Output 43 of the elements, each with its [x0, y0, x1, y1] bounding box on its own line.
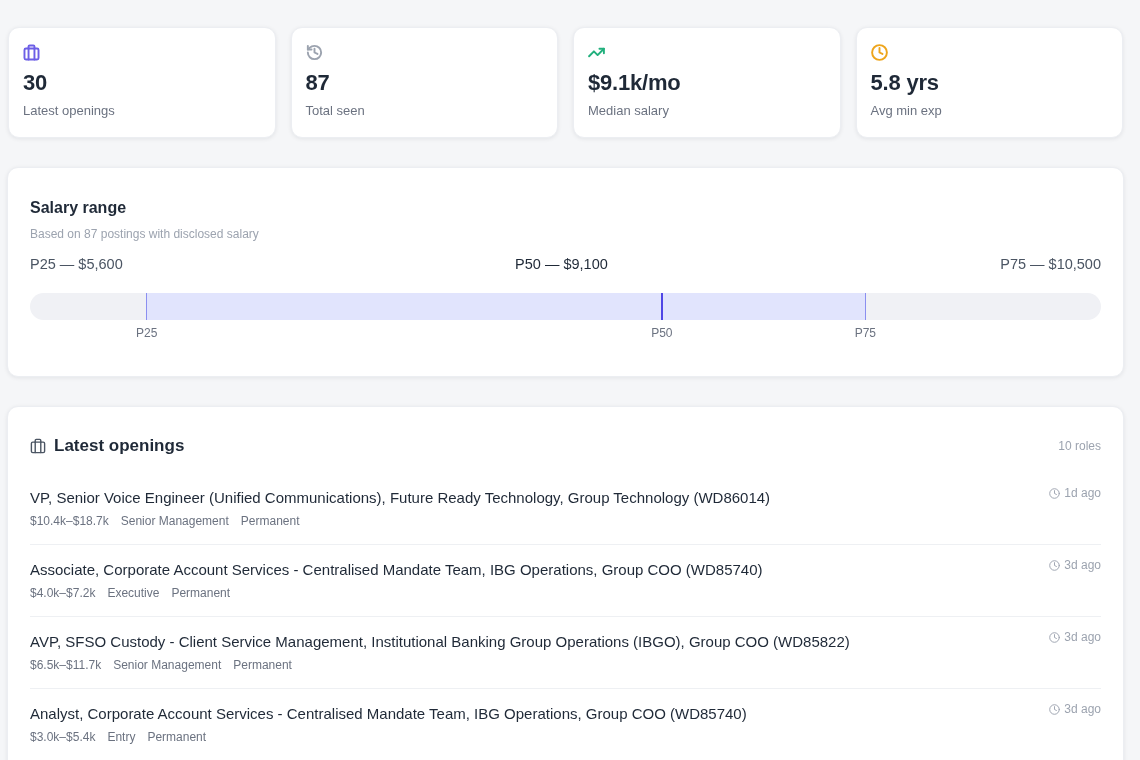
marker-label: P75: [854, 325, 877, 341]
marker-label: P25: [136, 325, 158, 341]
employment-type-text: Permanent: [240, 513, 300, 529]
seniority-text: Senior Management: [120, 513, 229, 529]
section-title: Latest openings: [54, 435, 185, 457]
clock-icon: [1049, 487, 1061, 499]
section-subtitle: Based on 87 postings with disclosed salary: [30, 226, 260, 242]
stat-value: $9.1k/mo: [588, 69, 682, 97]
posted-time: 3d ago: [1064, 557, 1101, 573]
salary-range-text: $4.0k–$7.2k: [30, 585, 96, 601]
salary-range-text: $10.4k–$18.7k: [30, 513, 109, 529]
posted-time: 3d ago: [1064, 629, 1101, 645]
role-count: 10 roles: [1058, 438, 1101, 454]
stat-value: 5.8 yrs: [870, 69, 940, 97]
seniority-text: Executive: [107, 585, 160, 601]
posted-time: 1d ago: [1064, 485, 1101, 501]
percentile-reading: P50 — $9,100: [515, 255, 608, 274]
stat-label: Avg min exp: [870, 102, 943, 120]
percentile-reading: P25 — $5,600: [30, 255, 123, 274]
job-title-link[interactable]: VP, Senior Voice Engineer (Unified Communications), Future Ready Technology, Group Technology (WD86014): [30, 488, 771, 508]
marker-label: P50: [651, 325, 673, 341]
seniority-text: Entry: [107, 729, 136, 745]
stat-label: Total seen: [305, 102, 366, 120]
posted-time: 3d ago: [1064, 701, 1101, 717]
employment-type-text: Permanent: [147, 729, 207, 745]
stat-label: Latest openings: [23, 102, 116, 120]
percentile-reading: P75 — $10,500: [1000, 255, 1101, 274]
clock-icon: [1049, 631, 1061, 643]
seniority-text: Senior Management: [113, 657, 222, 673]
stat-label: Median salary: [588, 102, 670, 120]
employment-type-text: Permanent: [233, 657, 292, 673]
clock-icon: [1049, 559, 1061, 571]
briefcase-icon: [30, 438, 46, 454]
job-title-link[interactable]: Associate, Corporate Account Services - Centralised Mandate Team, IBG Operations, Group COO (WD85740): [30, 560, 763, 580]
clock-icon: [1049, 703, 1061, 715]
stat-value: 30: [23, 69, 49, 97]
salary-range-text: $3.0k–$5.4k: [30, 729, 96, 745]
stat-value: 87: [305, 69, 331, 97]
job-title-link[interactable]: Analyst, Corporate Account Services - Centralised Mandate Team, IBG Operations, Group COO (WD85740): [30, 704, 747, 724]
salary-range-text: $6.5k–$11.7k: [30, 657, 102, 673]
employment-type-text: Permanent: [171, 585, 231, 601]
job-title-link[interactable]: AVP, SFSO Custody - Client Service Management, Institutional Banking Group Operations (IBGO), Group COO (WD85822): [30, 632, 850, 652]
section-title: Salary range: [30, 198, 128, 218]
